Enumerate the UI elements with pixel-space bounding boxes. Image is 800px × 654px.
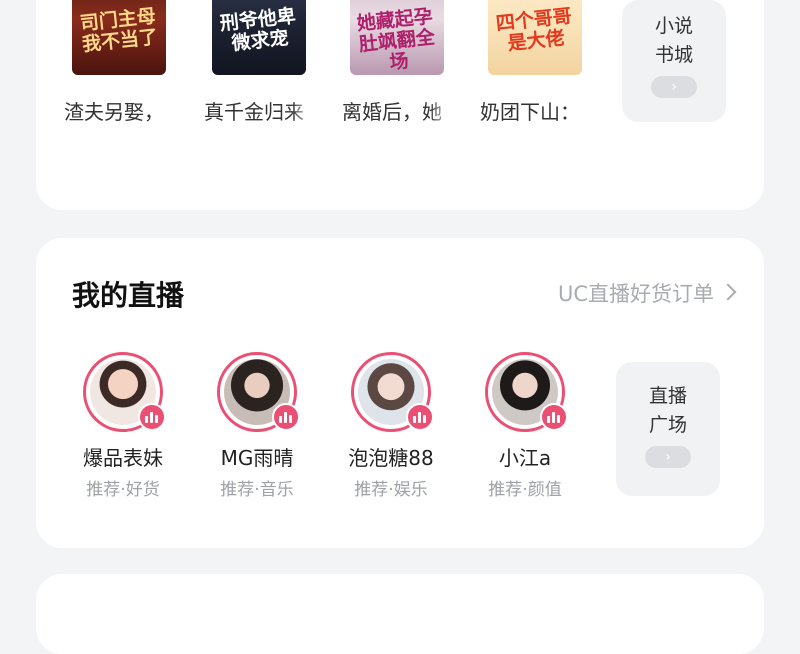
live-bars-icon [138,403,166,431]
live-plaza-button[interactable]: 直播 广场 › [616,362,720,496]
live-bars-icon [540,403,568,431]
streamer-name: MG雨晴 [220,446,294,470]
chevron-right-icon: › [645,446,691,468]
book-cover[interactable]: 她藏起孕肚飒翻全场 推荐 [350,0,444,75]
streamer-3[interactable]: 泡泡糖88 推荐·娱乐 [326,352,456,500]
streamer-2[interactable]: MG雨晴 推荐·音乐 [192,352,322,500]
bookstore-label-line2: 书城 [654,44,693,66]
streamer-category: 推荐·好货 [86,480,160,500]
novel-bookstore-button[interactable]: 小说 书城 › [622,0,726,122]
streamer-category: 推荐·娱乐 [354,480,428,500]
cover-text: 刑爷他卑微求宠 [218,5,297,55]
avatar[interactable] [217,352,300,432]
cover-text: 四个哥哥是大佬 [494,5,573,55]
book-title[interactable]: 奶团下山： [480,96,592,125]
live-card: 我的直播 UC直播好货订单 爆品表妹 推荐·好货 MG雨晴 推荐·音乐 泡泡糖8… [36,238,764,548]
streamer-name: 爆品表妹 [83,446,163,470]
avatar[interactable] [351,352,434,432]
streamer-name: 泡泡糖88 [348,446,434,470]
book-cover[interactable]: 司门主母我不当了 推荐 [72,0,166,75]
next-card [36,574,764,654]
streamer-category: 推荐·音乐 [220,480,294,500]
cover-text: 她藏起孕肚飒翻全场 [355,5,436,74]
chevron-right-icon: › [651,76,697,98]
bookstore-label-line1: 小说 [654,15,693,37]
book-title[interactable]: 离婚后，她 [342,96,454,125]
live-bars-icon [272,403,300,431]
streamer-4[interactable]: 小江a 推荐·颜值 [460,352,590,500]
avatar[interactable] [485,352,568,432]
book-title[interactable]: 渣夫另娶， [64,96,176,125]
cover-text: 司门主母我不当了 [78,5,159,56]
streamer-1[interactable]: 爆品表妹 推荐·好货 [58,352,188,500]
section-title: 我的直播 [72,279,185,312]
streamer-category: 推荐·颜值 [488,480,562,500]
live-orders-label: UC直播好货订单 [557,282,714,306]
book-cover[interactable]: 四个哥哥是大佬 推荐 [488,0,582,75]
book-title[interactable]: 真千金归来 [204,96,316,125]
avatar[interactable] [83,352,166,432]
live-plaza-label-line2: 广场 [648,414,687,436]
live-bars-icon [406,403,434,431]
streamer-name: 小江a [498,446,552,470]
live-plaza-label-line1: 直播 [648,385,687,407]
novel-card: 司门主母我不当了 推荐 渣夫另娶， 刑爷他卑微求宠 推荐 真千金归来 她藏起孕肚… [36,0,764,210]
chevron-right-icon [719,283,737,301]
book-cover[interactable]: 刑爷他卑微求宠 推荐 [212,0,306,75]
live-orders-link[interactable]: UC直播好货订单 [557,278,737,308]
